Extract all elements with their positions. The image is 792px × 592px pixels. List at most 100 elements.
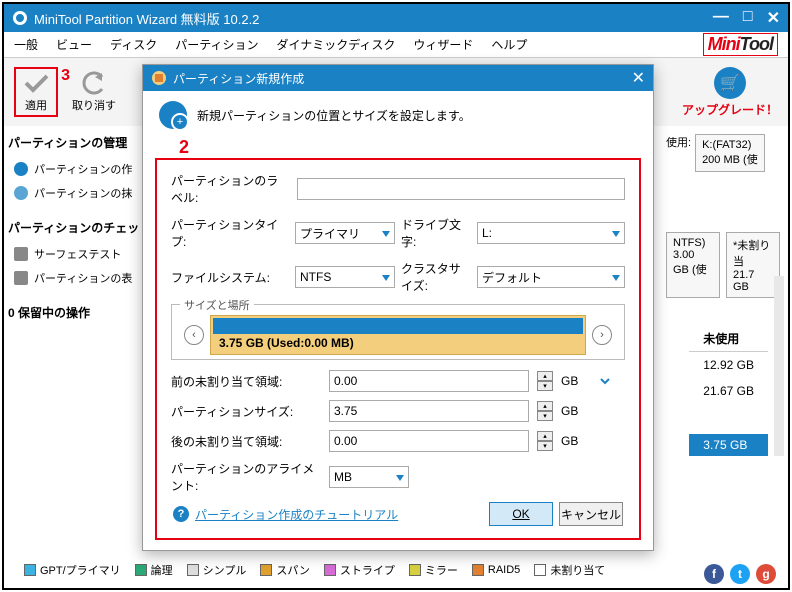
menu-wizard[interactable]: ウィザード xyxy=(413,36,473,53)
grid-icon xyxy=(14,247,28,261)
twitter-icon[interactable]: t xyxy=(730,564,750,584)
select-filesystem[interactable]: NTFS xyxy=(295,266,395,288)
create-partition-dialog: パーティション新規作成 ✕ 新規パーティションの位置とサイズを設定します。 2 … xyxy=(142,64,654,551)
app-icon xyxy=(12,10,28,26)
list-icon xyxy=(14,271,28,285)
undo-button[interactable]: 取り消す xyxy=(68,67,120,117)
minitool-logo: MiniTool xyxy=(703,33,778,56)
spin-down[interactable]: ▾ xyxy=(537,411,553,421)
menubar: 一般 ビュー ディスク パーティション ダイナミックディスク ウィザード ヘルプ… xyxy=(4,32,788,58)
dialog-titlebar: パーティション新規作成 ✕ xyxy=(143,65,653,91)
slider-handle-right[interactable]: › xyxy=(592,325,612,345)
facebook-icon[interactable]: f xyxy=(704,564,724,584)
cart-icon: 🛒 xyxy=(714,67,746,99)
free-row-1[interactable]: 12.92 GB xyxy=(689,352,768,378)
spin-up[interactable]: ▴ xyxy=(537,401,553,411)
sidebar-item-explore[interactable]: パーティションの表 xyxy=(8,266,144,290)
spin-down[interactable]: ▾ xyxy=(537,441,553,451)
globe-icon xyxy=(14,186,28,200)
label-filesystem: ファイルシステム: xyxy=(171,269,289,286)
free-row-2[interactable]: 21.67 GB xyxy=(689,378,768,404)
spin-up[interactable]: ▴ xyxy=(537,431,553,441)
dialog-head-text: 新規パーティションの位置とサイズを設定します。 xyxy=(197,107,471,124)
menu-help[interactable]: ヘルプ xyxy=(491,36,527,53)
sidebar-item-create[interactable]: パーティションの作 xyxy=(8,157,144,181)
size-location-fieldset: サイズと場所 ‹ 3.75 GB (Used:0.00 MB) › xyxy=(171,304,625,360)
sidebar-head-check: パーティションのチェッ xyxy=(8,219,144,236)
select-partition-type[interactable]: プライマリ xyxy=(295,222,395,244)
label-partition-label: パーティションのラベル: xyxy=(171,172,289,206)
upgrade-button[interactable]: 🛒 アップグレード！ xyxy=(682,67,778,118)
disk-box-ntfs[interactable]: NTFS) 3.00 GB (使 xyxy=(666,232,720,298)
spin-up[interactable]: ▴ xyxy=(537,371,553,381)
menu-partition[interactable]: パーティション xyxy=(175,36,258,53)
slider-text: 3.75 GB (Used:0.00 MB) xyxy=(219,336,354,350)
size-slider[interactable]: 3.75 GB (Used:0.00 MB) xyxy=(210,315,586,355)
sidebar: パーティションの管理 パーティションの作 パーティションの抹 パーティションのチ… xyxy=(4,126,149,506)
cancel-button[interactable]: キャンセル xyxy=(559,502,623,526)
minimize-button[interactable]: ― xyxy=(713,8,729,28)
input-partition-size[interactable] xyxy=(329,400,529,422)
input-after[interactable] xyxy=(329,430,529,452)
disk-box-k[interactable]: K:(FAT32) 200 MB (使 xyxy=(695,134,765,172)
free-row-selected[interactable]: 3.75 GB xyxy=(689,434,768,456)
select-drive-letter[interactable]: L: xyxy=(477,222,625,244)
legend-unalloc: 未割り当て xyxy=(550,562,605,578)
apply-label: 適用 xyxy=(25,97,47,113)
gplus-icon[interactable]: g xyxy=(756,564,776,584)
menu-view[interactable]: ビュー xyxy=(56,36,92,53)
undo-label: 取り消す xyxy=(72,97,116,113)
chevron-down-icon[interactable] xyxy=(599,375,611,387)
sidebar-item-wipe[interactable]: パーティションの抹 xyxy=(8,181,144,205)
sidebar-head-pending: 0 保留中の操作 xyxy=(8,304,144,321)
dialog-head-icon xyxy=(159,101,187,129)
sidebar-head-manage: パーティションの管理 xyxy=(8,134,144,151)
upgrade-label: アップグレード！ xyxy=(682,101,778,118)
select-alignment[interactable]: MB xyxy=(329,466,409,488)
tutorial-link[interactable]: パーティション作成のチュートリアル xyxy=(195,506,398,523)
titlebar: MiniTool Partition Wizard 無料版 10.2.2 ― □… xyxy=(4,4,788,32)
label-alignment: パーティションのアライメント: xyxy=(171,460,321,494)
fieldset-label: サイズと場所 xyxy=(180,297,254,313)
label-before: 前の未割り当て領域: xyxy=(171,373,321,390)
legend-gpt: GPT/プライマリ xyxy=(40,562,121,578)
ok-button[interactable]: OK xyxy=(489,502,553,526)
spin-down[interactable]: ▾ xyxy=(537,381,553,391)
scrollbar[interactable] xyxy=(774,276,784,456)
legend-logical: 論理 xyxy=(151,562,173,578)
unit-gb: GB xyxy=(561,404,591,418)
close-button[interactable]: ✕ xyxy=(767,8,780,28)
slider-handle-left[interactable]: ‹ xyxy=(184,325,204,345)
free-space-table: 未使用 12.92 GB 21.67 GB 3.75 GB xyxy=(689,326,768,456)
label-partition-size: パーティションサイズ: xyxy=(171,403,321,420)
apply-button[interactable]: 適用 xyxy=(14,67,58,117)
legend-stripe: ストライプ xyxy=(340,562,395,578)
maximize-button[interactable]: □ xyxy=(743,8,753,28)
use-label: 使用: xyxy=(666,134,691,150)
legend-simple: シンプル xyxy=(203,562,247,578)
menu-disk[interactable]: ディスク xyxy=(110,36,157,53)
legend-span: スパン xyxy=(276,562,310,578)
col-free: 未使用 xyxy=(689,326,768,352)
check-icon xyxy=(22,71,50,95)
sidebar-item-surface[interactable]: サーフェステスト xyxy=(8,242,144,266)
legend-raid5: RAID5 xyxy=(488,564,520,576)
window-title: MiniTool Partition Wizard 無料版 10.2.2 xyxy=(34,9,259,28)
menu-general[interactable]: 一般 xyxy=(14,36,38,53)
label-partition-type: パーティションタイプ: xyxy=(171,216,289,250)
disk-icon xyxy=(14,162,28,176)
legend-mirror: ミラー xyxy=(425,562,458,578)
undo-icon xyxy=(80,71,108,95)
select-cluster[interactable]: デフォルト xyxy=(477,266,625,288)
help-icon[interactable]: ? xyxy=(173,506,189,522)
menu-dynamic[interactable]: ダイナミックディスク xyxy=(276,36,395,53)
label-cluster: クラスタサイズ: xyxy=(401,260,471,294)
input-before[interactable] xyxy=(329,370,529,392)
label-after: 後の未割り当て領域: xyxy=(171,433,321,450)
disk-box-unalloc[interactable]: *未割り当 21.7 GB xyxy=(726,232,780,298)
legend: GPT/プライマリ 論理 シンプル スパン ストライプ ミラー RAID5 未割… xyxy=(10,558,782,582)
input-partition-label[interactable] xyxy=(297,178,625,200)
unit-gb: GB xyxy=(561,434,591,448)
dialog-close-icon[interactable]: ✕ xyxy=(632,68,645,88)
partition-icon xyxy=(151,70,167,86)
